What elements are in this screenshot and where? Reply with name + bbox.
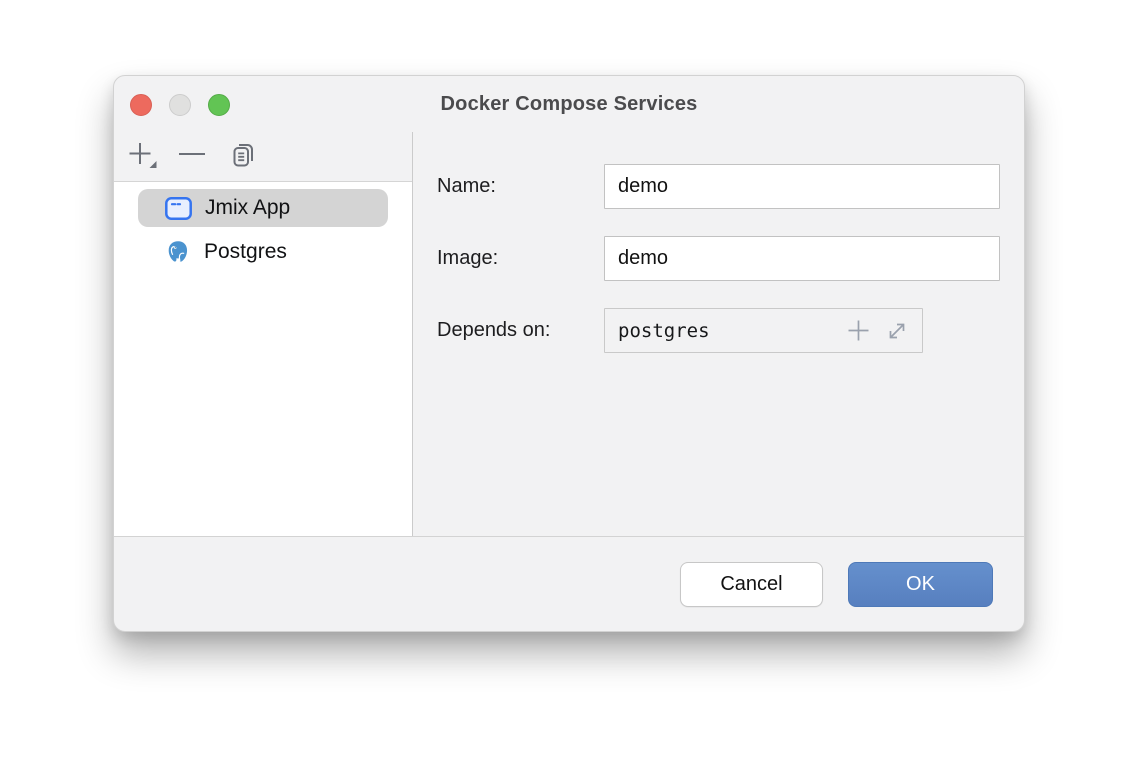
close-button[interactable] xyxy=(130,94,152,116)
depends-on-value: postgres xyxy=(618,320,846,342)
copy-service-button[interactable] xyxy=(228,142,258,172)
minus-icon xyxy=(177,140,207,173)
service-item-postgres[interactable]: Postgres xyxy=(138,233,388,271)
postgres-icon xyxy=(165,239,191,265)
add-service-button[interactable] xyxy=(126,142,156,172)
depends-on-actions xyxy=(846,318,909,343)
image-input[interactable] xyxy=(604,236,1000,281)
minimize-button[interactable] xyxy=(169,94,191,116)
depends-on-row: Depends on: postgres xyxy=(437,308,1000,353)
window-title: Docker Compose Services xyxy=(441,93,698,116)
titlebar: Docker Compose Services xyxy=(114,76,1024,132)
cancel-button[interactable]: Cancel xyxy=(680,562,823,607)
service-item-label: Postgres xyxy=(204,240,287,264)
app-window-icon xyxy=(165,197,192,220)
service-form: Name: Image: Depends on: postgres xyxy=(413,132,1025,536)
service-list: Jmix App Postgres xyxy=(114,182,412,536)
ok-button[interactable]: OK xyxy=(848,562,993,607)
dialog-footer: Cancel OK xyxy=(114,536,1024,631)
plus-dropdown-icon xyxy=(126,140,157,173)
remove-service-button[interactable] xyxy=(177,142,207,172)
service-item-label: Jmix App xyxy=(205,196,290,220)
name-input[interactable] xyxy=(604,164,1000,209)
service-item-jmix-app[interactable]: Jmix App xyxy=(138,189,388,227)
add-dependency-icon[interactable] xyxy=(846,318,871,343)
services-pane: Jmix App Postgres xyxy=(114,132,413,536)
services-toolbar xyxy=(114,132,412,182)
expand-icon[interactable] xyxy=(885,319,909,343)
traffic-lights xyxy=(130,94,230,116)
image-label: Image: xyxy=(437,247,604,270)
depends-on-field[interactable]: postgres xyxy=(604,308,923,353)
depends-on-label: Depends on: xyxy=(437,319,604,342)
zoom-button[interactable] xyxy=(208,94,230,116)
copy-icon xyxy=(228,140,258,173)
dialog-content: Jmix App Postgres xyxy=(114,132,1024,536)
docker-compose-services-dialog: Docker Compose Services xyxy=(113,75,1025,632)
image-row: Image: xyxy=(437,236,1000,281)
name-row: Name: xyxy=(437,164,1000,209)
name-label: Name: xyxy=(437,175,604,198)
